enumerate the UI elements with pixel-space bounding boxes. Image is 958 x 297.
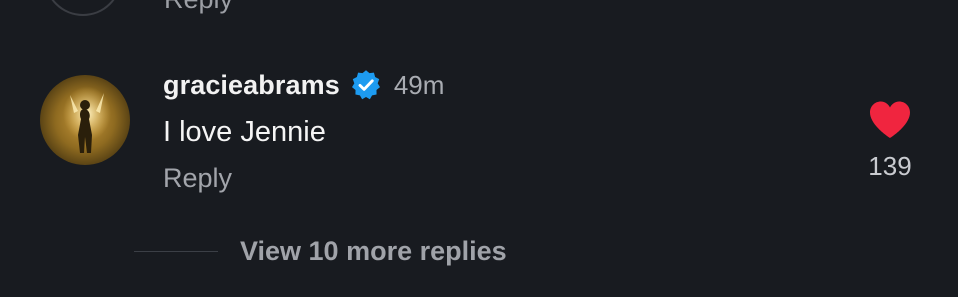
previous-comment-reply-button[interactable]: Reply <box>164 0 233 13</box>
comment-body: gracieabrams 49m I love Jennie Reply <box>163 68 444 194</box>
view-more-replies-button[interactable]: View 10 more replies <box>134 232 507 270</box>
reply-button[interactable]: Reply <box>163 163 444 193</box>
like-count: 139 <box>868 151 912 181</box>
comment-timestamp: 49m <box>393 69 445 100</box>
avatar[interactable] <box>40 75 130 165</box>
heart-icon[interactable] <box>868 100 912 140</box>
previous-comment: Reply <box>0 0 958 22</box>
comment: gracieabrams 49m I love Jennie Reply 139 <box>0 60 958 210</box>
username[interactable]: gracieabrams <box>163 70 340 101</box>
like-area: 139 <box>862 100 918 182</box>
verified-badge-icon <box>350 69 382 101</box>
comment-text: I love Jennie <box>163 116 326 148</box>
view-more-replies-label: View 10 more replies <box>240 235 507 266</box>
previous-comment-avatar[interactable] <box>44 0 122 16</box>
view-more-divider <box>134 250 218 252</box>
comment-header: gracieabrams 49m <box>163 68 444 102</box>
